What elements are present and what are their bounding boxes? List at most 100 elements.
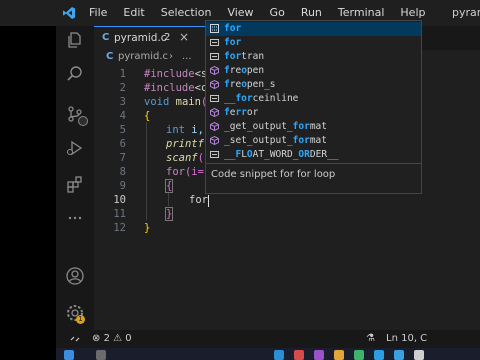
keyword-icon <box>210 53 219 60</box>
close-icon[interactable]: × <box>179 30 189 44</box>
line-number: 3 <box>119 96 126 108</box>
c-file-icon: C <box>102 32 110 43</box>
suggestion-item[interactable]: fortran <box>206 50 421 64</box>
taskbar-app-icon[interactable] <box>414 350 424 360</box>
line-number-active: 10 <box>113 194 126 206</box>
taskbar-app-icon[interactable] <box>274 350 284 360</box>
suggestion-item[interactable]: __forceinline <box>206 92 421 106</box>
cursor-position[interactable]: Ln 10, C <box>386 333 427 344</box>
line-number: 9 <box>119 180 126 192</box>
status-bar: ⊗ 2 ⚠ 0 ⚗ Ln 10, C <box>56 330 480 348</box>
code-line-10: for <box>189 194 208 206</box>
function-cube-icon <box>210 108 219 117</box>
code-line-11: } <box>164 207 174 221</box>
taskbar-app-icon[interactable] <box>334 350 344 360</box>
menu-help[interactable]: Help <box>400 6 425 19</box>
function-cube-icon <box>210 136 219 145</box>
warning-icon: ⚠ <box>113 333 123 344</box>
code-line-4: { <box>144 110 151 122</box>
line-number: 2 <box>119 82 126 94</box>
function-cube-icon <box>210 66 219 75</box>
line-number: 4 <box>119 110 126 122</box>
function-cube-icon <box>210 122 219 131</box>
function-cube-icon <box>210 80 219 89</box>
menu-selection[interactable]: Selection <box>161 6 212 19</box>
keyword-icon <box>210 95 219 102</box>
source-control-clock-icon <box>78 116 88 126</box>
menu-view[interactable]: View <box>227 6 253 19</box>
snippet-icon <box>210 24 219 33</box>
suggestion-item[interactable]: ferror <box>206 106 421 120</box>
breadcrumb-file[interactable]: pyramid.c <box>118 51 168 62</box>
extensions-icon[interactable] <box>65 174 85 194</box>
suggestion-detail: Code snippet for for loop <box>205 164 422 194</box>
code-line-6: printf( <box>166 138 210 150</box>
suggestion-detail-text: Code snippet for for loop <box>211 169 336 180</box>
menu-terminal[interactable]: Terminal <box>338 6 385 19</box>
menu-go[interactable]: Go <box>270 6 285 19</box>
autocomplete-suggestions: for for fortran freopen freopen_s __forc… <box>205 20 422 164</box>
taskbar-app-icon[interactable] <box>294 350 304 360</box>
line-number: 11 <box>113 208 126 220</box>
windows-start-icon[interactable] <box>64 350 74 360</box>
taskbar <box>56 348 480 360</box>
tab-label: pyramid.c <box>114 32 167 44</box>
tab-problem-count: 2 <box>164 32 171 43</box>
taskbar-app-icon[interactable] <box>394 350 404 360</box>
suggestion-item[interactable]: for <box>206 22 421 36</box>
vscode-window: File Edit Selection View Go Run Terminal… <box>0 0 480 360</box>
indent-guide <box>168 192 169 206</box>
line-number: 8 <box>119 166 126 178</box>
settings-badge: 1 <box>76 315 85 324</box>
suggestion-item[interactable]: for <box>206 36 421 50</box>
keyword-icon <box>210 151 219 158</box>
code-line-3: void main() <box>144 96 214 108</box>
window-title: pyram <box>452 6 480 19</box>
c-file-icon: C <box>106 51 114 62</box>
activity-bar: 1 <box>56 26 94 330</box>
menu-bar: File Edit Selection View Go Run Terminal… <box>89 6 438 19</box>
line-number: 6 <box>119 138 126 150</box>
tab-pyramid-c[interactable]: C pyramid.c 2 × <box>94 26 205 50</box>
menu-file[interactable]: File <box>89 6 107 19</box>
remote-icon[interactable] <box>70 334 80 344</box>
run-debug-icon[interactable] <box>65 138 85 158</box>
taskbar-app-icon[interactable] <box>96 350 106 360</box>
suggestion-item[interactable]: freopen <box>206 64 421 78</box>
suggestion-item[interactable]: __FLOAT_WORD_ORDER__ <box>206 148 421 162</box>
code-line-9: { <box>164 179 174 193</box>
explorer-icon[interactable] <box>65 30 85 50</box>
suggestion-item[interactable]: freopen_s <box>206 78 421 92</box>
error-icon: ⊗ <box>92 333 101 344</box>
error-count: 2 <box>103 333 110 344</box>
line-number: 12 <box>113 222 126 234</box>
code-line-12: } <box>144 222 151 234</box>
vscode-logo-icon <box>63 7 75 19</box>
menu-edit[interactable]: Edit <box>123 6 144 19</box>
taskbar-app-icon[interactable] <box>354 350 364 360</box>
taskbar-app-icon[interactable] <box>374 350 384 360</box>
suggestion-item[interactable]: _set_output_format <box>206 134 421 148</box>
code-line-1: #include<st <box>144 68 214 80</box>
flask-icon[interactable]: ⚗ <box>366 333 375 344</box>
line-number: 7 <box>119 152 126 164</box>
more-icon[interactable] <box>65 208 85 228</box>
warning-count: 0 <box>125 333 132 344</box>
indent-guide <box>146 122 147 220</box>
suggestion-item[interactable]: _get_output_format <box>206 120 421 134</box>
taskbar-app-icon[interactable] <box>314 350 324 360</box>
account-icon[interactable] <box>65 266 85 286</box>
problems-status[interactable]: ⊗ 2 ⚠ 0 <box>92 333 132 344</box>
breadcrumb-separator: › <box>169 51 173 62</box>
menu-run[interactable]: Run <box>301 6 322 19</box>
line-number: 5 <box>119 124 126 136</box>
breadcrumb-ellipsis[interactable]: ... <box>182 51 192 62</box>
code-line-2: #include<co <box>144 82 214 94</box>
search-icon[interactable] <box>65 64 85 84</box>
text-cursor <box>208 195 209 207</box>
keyword-icon <box>210 39 219 46</box>
code-line-8: for(i=1 <box>166 166 211 178</box>
code-line-7: scanf(" <box>166 152 211 164</box>
code-line-5: int i, <box>166 124 204 136</box>
line-number: 1 <box>119 68 126 80</box>
